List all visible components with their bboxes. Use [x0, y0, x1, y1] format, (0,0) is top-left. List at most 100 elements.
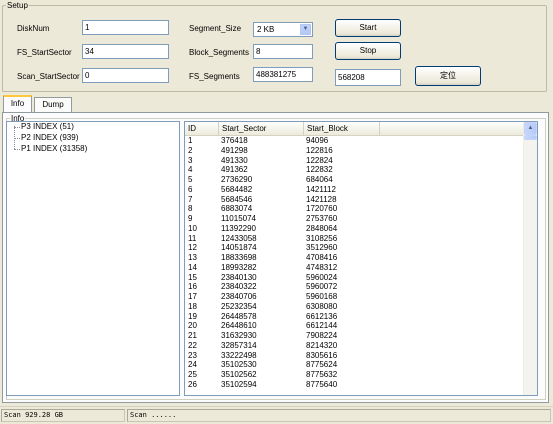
chevron-down-icon[interactable]: ▼	[300, 24, 311, 35]
table-row[interactable]: 17 23840706 5960168	[185, 292, 525, 302]
row-start-sector: 5684546	[221, 194, 253, 204]
row-id: 17	[188, 292, 197, 301]
row-start-sector: 35102594	[221, 379, 257, 389]
fs-startsector-input[interactable]: 34	[82, 44, 169, 59]
table-row[interactable]: 21 31632930 7908224	[185, 331, 525, 341]
table-row[interactable]: 11 12433058 3108256	[185, 234, 525, 244]
row-id: 1	[188, 136, 193, 145]
table-row[interactable]: 15 23840130 5960024	[185, 273, 525, 283]
table-row[interactable]: 8 6883074 1720760	[185, 204, 525, 214]
table-row[interactable]: 13 18833698 4708416	[185, 253, 525, 263]
table-row[interactable]: 20 26448610 6612144	[185, 321, 525, 331]
table-row[interactable]: 24 35102530 8775624	[185, 360, 525, 370]
row-start-block: 8775632	[306, 370, 338, 379]
row-start-block: 5960072	[306, 282, 338, 292]
row-id: 26	[188, 379, 197, 389]
disknum-label: DiskNum	[17, 24, 50, 33]
table-row[interactable]: 9 11015074 2753760	[185, 214, 525, 224]
row-start-block: 6612144	[306, 321, 338, 331]
table-row[interactable]: 5 2736290 684064	[185, 175, 525, 185]
table-row[interactable]: 25 35102562 8775632	[185, 370, 525, 380]
column-header-start-sector[interactable]: Start_Sector	[219, 122, 304, 135]
row-start-block: 122832	[306, 165, 333, 175]
block-segments-input[interactable]: 8	[253, 44, 313, 59]
row-start-block: 2753760	[306, 214, 338, 223]
row-start-sector: 12433058	[221, 233, 257, 243]
row-start-block: 4708416	[306, 253, 338, 262]
tree-connector	[14, 127, 20, 128]
tab-dump[interactable]: Dump	[34, 97, 72, 112]
table-row[interactable]: 1 376418 94096	[185, 136, 525, 146]
table-row[interactable]: 3 491330 122824	[185, 156, 525, 166]
segment-size-select[interactable]: 2 KB ▼	[253, 22, 313, 37]
row-start-sector: 18993282	[221, 262, 257, 272]
row-id: 21	[188, 331, 197, 340]
row-start-sector: 2736290	[221, 175, 253, 184]
row-start-sector: 5684482	[221, 184, 253, 194]
row-start-block: 3512960	[306, 243, 338, 253]
tree-connector	[14, 138, 20, 139]
table-row[interactable]: 10 11392290 2848064	[185, 224, 525, 234]
segment-size-label: Segment_Size	[189, 24, 242, 33]
index-tree[interactable]: P3 INDEX (51) P2 INDEX (939) P1 INDEX (3…	[6, 121, 180, 396]
row-id: 22	[188, 340, 197, 350]
row-start-block: 8775624	[306, 360, 338, 370]
scroll-up-icon[interactable]: ▲	[524, 122, 537, 135]
row-start-sector: 35102530	[221, 360, 257, 370]
table-row[interactable]: 7 5684546 1421128	[185, 195, 525, 205]
row-start-sector: 26448578	[221, 311, 257, 321]
table-row[interactable]: 12 14051874 3512960	[185, 243, 525, 253]
row-id: 7	[188, 194, 193, 204]
table-row[interactable]: 4 491362 122832	[185, 165, 525, 175]
table-row[interactable]: 2 491298 122816	[185, 146, 525, 156]
row-start-block: 8775640	[306, 379, 338, 389]
row-id: 6	[188, 184, 193, 194]
table-row[interactable]: 19 26448578 6612136	[185, 312, 525, 322]
start-button[interactable]: Start	[335, 19, 401, 37]
row-id: 18	[188, 301, 197, 311]
row-start-sector: 491362	[221, 165, 248, 175]
scan-startsector-label: Scan_StartSector	[17, 72, 80, 81]
row-start-block: 122824	[306, 155, 333, 165]
scan-startsector-input[interactable]: 0	[82, 68, 169, 83]
row-id: 9	[188, 214, 193, 223]
row-id: 4	[188, 165, 193, 175]
column-header-id[interactable]: ID	[185, 122, 219, 135]
fs-segments-label: FS_Segments	[189, 72, 240, 81]
column-header-start-block[interactable]: Start_Block	[304, 122, 380, 135]
table-row[interactable]: 14 18993282 4748312	[185, 263, 525, 273]
block-list[interactable]: ID Start_Sector Start_Block 1 376418 94096…	[184, 121, 538, 396]
table-row[interactable]: 26 35102594 8775640	[185, 380, 525, 390]
table-row[interactable]: 16 23840322 5960072	[185, 282, 525, 292]
row-start-sector: 6883074	[221, 204, 253, 214]
row-start-block: 4748312	[306, 262, 338, 272]
scroll-thumb[interactable]	[524, 135, 537, 140]
status-scan-size: Scan 929.28 GB	[1, 409, 125, 422]
row-start-block: 684064	[306, 175, 333, 184]
row-id: 11	[188, 233, 197, 243]
tree-item-p3-index[interactable]: P3 INDEX (51)	[21, 122, 74, 131]
row-start-sector: 23840130	[221, 272, 257, 282]
stop-button[interactable]: Stop	[335, 42, 401, 60]
table-row[interactable]: 18 25232354 6308080	[185, 302, 525, 312]
fs-segments-input[interactable]: 488381275	[253, 67, 313, 82]
disknum-input[interactable]: 1	[82, 20, 169, 35]
row-start-sector: 14051874	[221, 243, 257, 253]
locate-button[interactable]: 定位	[415, 66, 481, 86]
row-start-sector: 33222498	[221, 350, 257, 360]
row-start-block: 8214320	[306, 340, 338, 350]
tree-item-p2-index[interactable]: P2 INDEX (939)	[21, 133, 78, 142]
tree-item-p1-index[interactable]: P1 INDEX (31358)	[21, 144, 87, 153]
locate-input[interactable]: 568208	[335, 69, 401, 86]
tab-info[interactable]: Info	[3, 95, 32, 112]
status-bar: Scan 929.28 GB Scan ......	[0, 406, 553, 424]
table-row[interactable]: 22 32857314 8214320	[185, 341, 525, 351]
vertical-scrollbar[interactable]: ▲	[523, 122, 537, 395]
row-id: 23	[188, 350, 197, 360]
table-row[interactable]: 23 33222498 8305616	[185, 351, 525, 361]
row-start-sector: 26448610	[221, 321, 257, 331]
row-start-block: 5960024	[306, 272, 338, 282]
row-start-block: 6308080	[306, 301, 338, 311]
table-row[interactable]: 6 5684482 1421112	[185, 185, 525, 195]
row-start-block: 7908224	[306, 331, 338, 340]
